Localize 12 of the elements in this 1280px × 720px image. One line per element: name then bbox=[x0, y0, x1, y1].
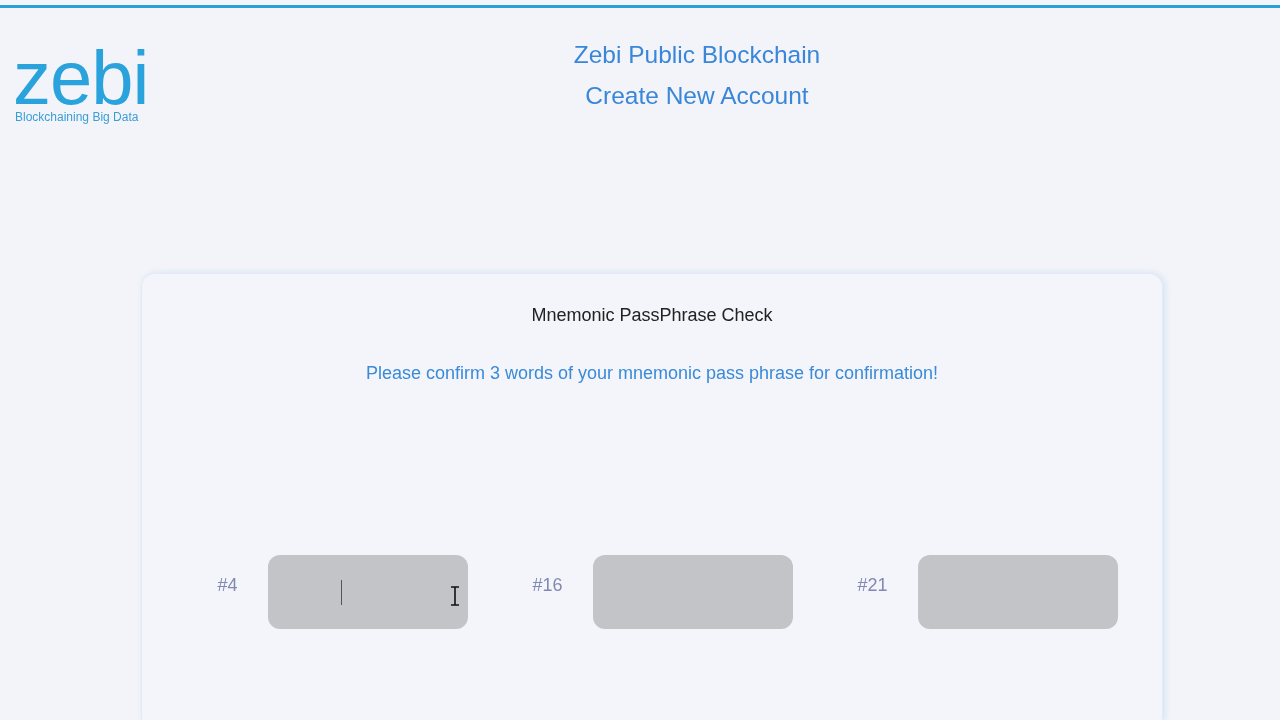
instruction-text: Please confirm 3 words of your mnemonic pass phrase for confirmation! bbox=[365, 362, 939, 385]
word-number-label: #21 bbox=[856, 574, 888, 596]
word-input-field[interactable] bbox=[267, 555, 468, 629]
word-input-field[interactable] bbox=[592, 555, 793, 629]
word-number-label: #4 bbox=[216, 574, 238, 596]
word-input-field[interactable] bbox=[917, 555, 1118, 629]
logo-wordmark: zebi bbox=[13, 47, 149, 109]
card-title: Mnemonic PassPhrase Check bbox=[531, 304, 773, 327]
page-title: Zebi Public Blockchain bbox=[573, 40, 821, 70]
page-subtitle: Create New Account bbox=[585, 81, 809, 111]
logo-tagline: Blockchaining Big Data bbox=[15, 110, 139, 124]
word-number-label: #16 bbox=[531, 574, 563, 596]
